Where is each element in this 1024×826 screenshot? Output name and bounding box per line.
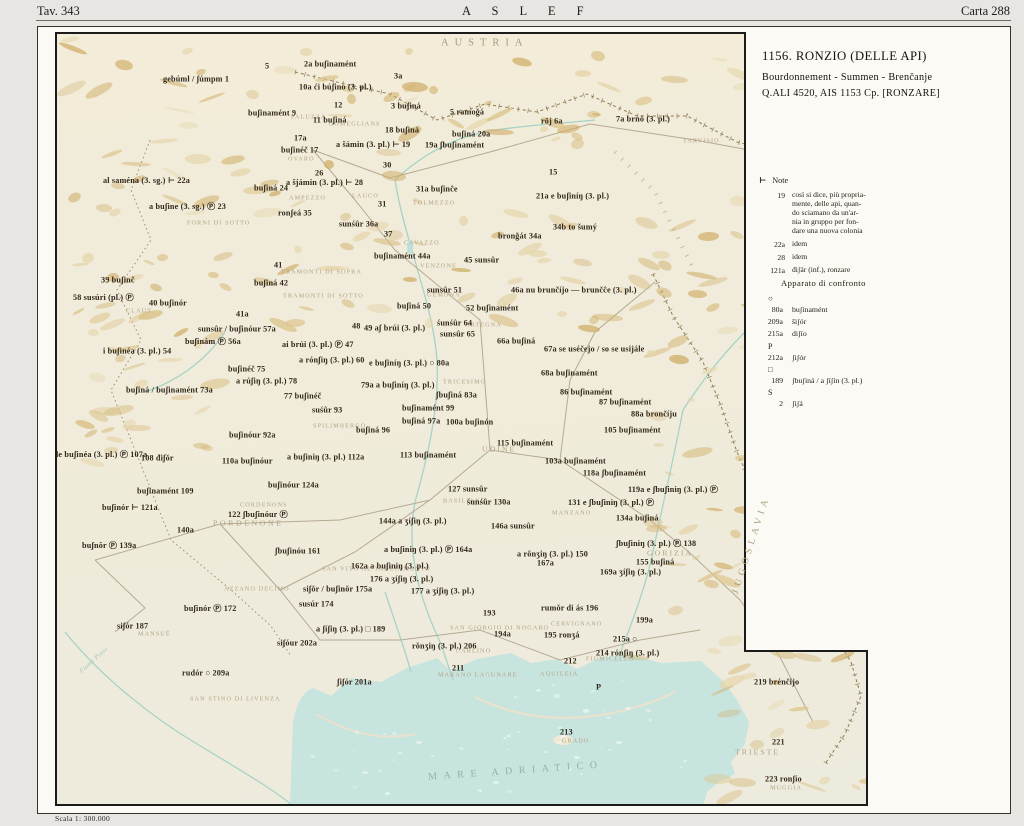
header-rule	[36, 20, 1011, 21]
scale-note: Scala 1: 300.000	[55, 814, 110, 823]
notes-block: ⊢ Note 19 così si dice, più propria- mente…	[759, 175, 885, 279]
apparato-symbol: P	[768, 341, 773, 351]
carta-number: Carta 288	[961, 4, 1010, 18]
note-row: 28 idem	[777, 251, 808, 262]
legend-title: 1156. RONZIO (DELLE API)	[762, 49, 927, 63]
tack-icon: ⊢	[759, 176, 767, 185]
apparato-row: 80a buʃinamént	[771, 305, 828, 314]
apparato-row: 209a šiʃór	[767, 317, 807, 327]
apparato-row: 215a diʃío	[767, 329, 807, 339]
note-row: 19 così si dice, più propria- mente, dell…	[777, 190, 866, 235]
notes-list: 19 così si dice, più propria- mente, dell…	[759, 190, 885, 275]
atlas-title: A S L E F	[462, 4, 593, 18]
apparato-symbol: ○	[768, 294, 773, 303]
apparato-block: Apparato di confronto ○ 80a buʃinamént 209a…	[759, 278, 909, 411]
apparato-row: 2 ʃiʃá	[779, 398, 803, 408]
apparato-row: 189 ʃbuʃiná / a ʃíʃin (3. pl.)	[771, 375, 863, 385]
plate-number: Tav. 343	[37, 4, 80, 18]
legend-subtitle: Bourdonnement - Summen - Brenčanje	[762, 72, 933, 83]
notes-header: ⊢ Note	[759, 175, 885, 185]
legend-reference: Q.ALI 4520, AIS 1153 Cp. [RONZARE]	[762, 88, 940, 99]
apparato-list: ○ 80a buʃinamént 209a šiʃór 215a diʃío P 212a ʃiʃ…	[759, 294, 909, 408]
apparato-row: 212a ʃiʃór	[767, 352, 806, 362]
notes-header-label: Note	[772, 176, 789, 185]
legend-panel: 1156. RONZIO (DELLE API) Bourdonnement -…	[745, 32, 1009, 652]
apparato-symbol: □	[768, 364, 773, 374]
atlas-plate-page: Tav. 343 A S L E F Carta 288 PALUZZA COM…	[0, 0, 1024, 826]
note-row: 121a điʃár (inf.), ronzare	[770, 264, 851, 275]
note-row: 22a idem	[774, 238, 808, 249]
apparato-header: Apparato di confronto	[781, 278, 866, 288]
apparato-symbol: S	[768, 387, 773, 397]
